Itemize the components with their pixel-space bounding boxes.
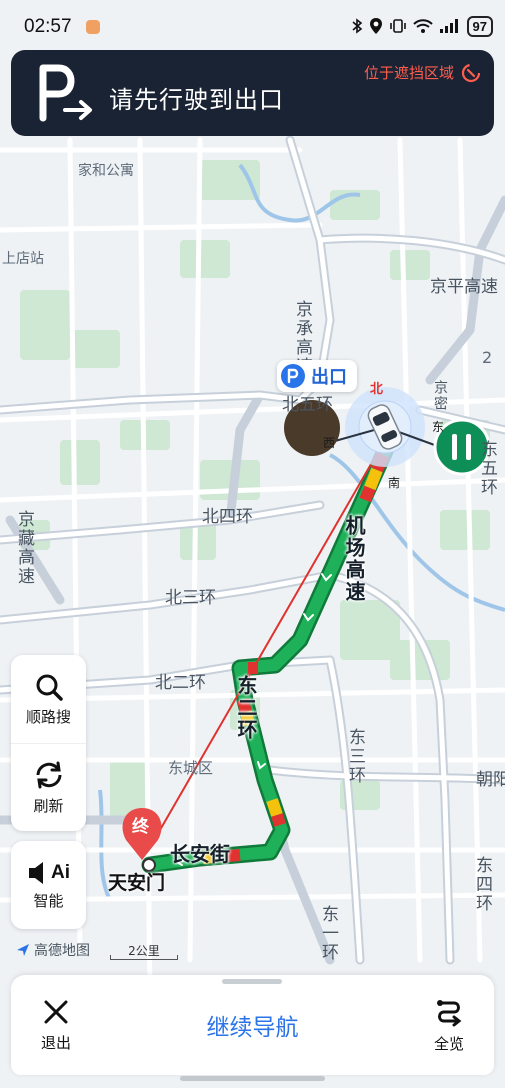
road-label: 东四环 [472,856,492,913]
signal-lost-icon [461,63,481,83]
place-label: 朝阳 [476,770,505,790]
road-label: 北四环 [202,507,253,527]
destination-label: 天安门 [108,872,166,894]
exit-bubble[interactable]: 出口 [277,360,357,392]
wifi-icon [412,19,433,33]
end-marker-label: 终 [132,817,149,837]
notification-icon [86,20,100,34]
battery-indicator: 97 [466,15,493,37]
route-road-label: 长安街 [170,842,230,866]
smart-label: 智能 [33,891,64,910]
search-icon [36,674,63,701]
road-label: 京藏高速 [14,510,34,586]
speaker-icon [29,861,43,884]
bottom-sheet: 退出 继续导航 全览 [11,975,494,1075]
amap-logo-icon [17,944,29,956]
continue-navigation-button[interactable]: 继续导航 [131,975,374,1075]
tool-panel-bottom: Ai 智能 [11,841,86,929]
overview-route-icon [437,999,462,1026]
sheet-handle[interactable] [222,979,282,984]
place-label: 上店站 [2,251,44,267]
road-label: 京平高速 [430,277,498,297]
overview-button[interactable]: 全览 [404,975,494,1075]
road-label: 北三环 [165,588,216,608]
road-label: 京密 [432,380,448,412]
brand-label: 高德地图 [34,943,90,959]
overview-label: 全览 [433,1034,464,1053]
exit-label: 退出 [40,1033,71,1052]
road-label: 北二环 [155,673,206,693]
smart-voice-button[interactable]: Ai 智能 [11,841,86,929]
close-icon [44,1000,68,1023]
road-label: 2 [482,348,493,367]
bluetooth-icon [352,18,362,34]
map-scale: 2公里 [110,942,178,960]
route-road-label: 东二环 [234,675,258,741]
route-road-label: 机场高速 [342,515,366,603]
exit-label: 出口 [311,367,347,388]
parking-exit-icon [39,64,92,122]
banner-title: 请先行驶到出口 [109,86,284,114]
status-bar: 02:57 97 [0,0,505,50]
compass-east: 东 [432,420,445,434]
refresh-button[interactable]: 刷新 [11,743,86,831]
map-brand: 高德地图 [16,940,90,960]
refresh-icon [36,761,61,789]
parking-icon [281,364,305,388]
signal-icon [439,19,458,33]
compass-north: 北 [370,382,384,397]
home-indicator[interactable] [180,1076,325,1081]
place-label: 东城区 [168,759,214,777]
road-label: 东一环 [318,905,338,962]
exit-button[interactable]: 退出 [11,975,101,1075]
location-icon [369,18,382,34]
search-along-label: 顺路搜 [25,707,71,726]
nav-banner: 请先行驶到出口 位于遮挡区域 [11,50,494,136]
status-time: 02:57 [24,16,72,37]
tool-panel-top: 顺路搜 刷新 [11,655,86,831]
road-label: 东三环 [345,728,365,785]
place-label: 家和公寓 [78,163,134,179]
banner-hint: 位于遮挡区域 [363,64,454,82]
road-label: 北五环 [282,395,333,415]
refresh-label: 刷新 [33,797,64,815]
vibrate-icon [389,19,406,33]
compass-west: 西 [323,436,336,450]
road-label: 东五环 [477,440,497,497]
ai-badge: Ai [51,861,70,883]
compass-south: 南 [388,476,401,490]
search-along-button[interactable]: 顺路搜 [11,655,86,743]
